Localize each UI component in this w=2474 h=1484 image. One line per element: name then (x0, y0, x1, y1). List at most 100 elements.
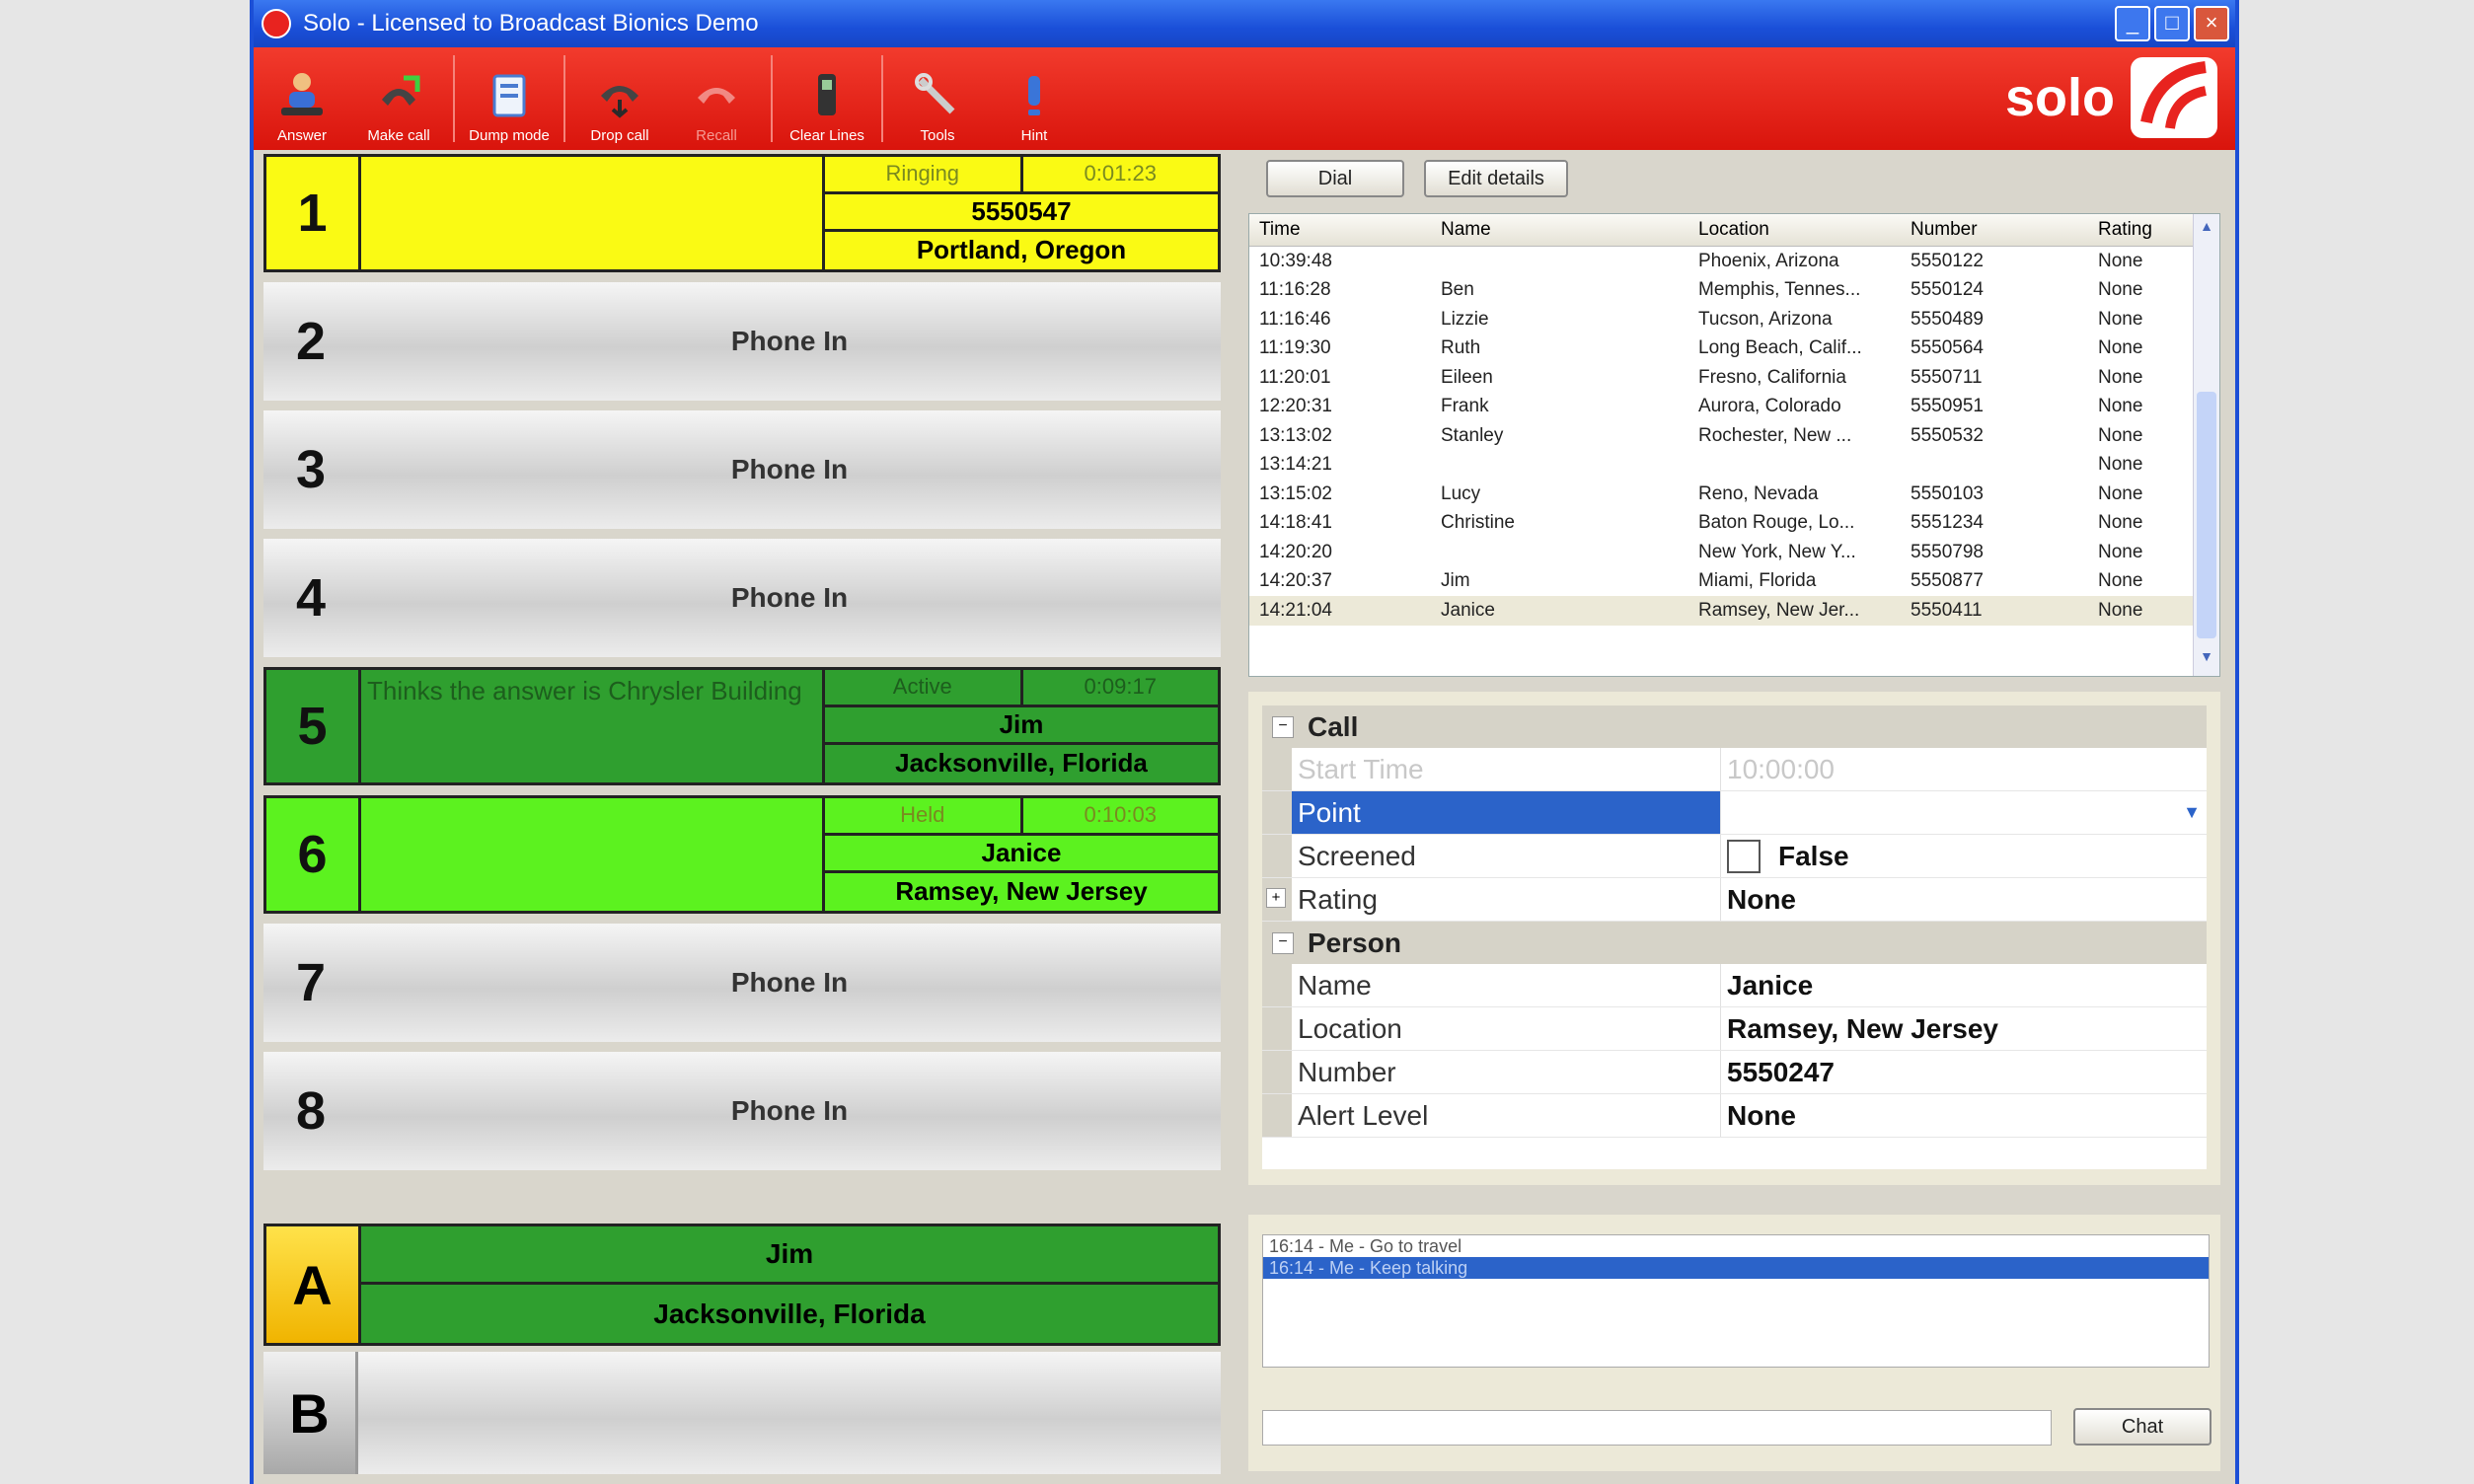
hybrid-key: A (266, 1226, 361, 1343)
table-row[interactable]: 14:18:41 Christine Baton Rouge, Lo... 55512… (1249, 509, 2219, 539)
table-row[interactable]: 11:19:30 Ruth Long Beach, Calif... 5550564 N… (1249, 334, 2219, 364)
hint-button[interactable]: Hint (986, 47, 1083, 150)
line-timer: 0:10:03 (1084, 802, 1157, 828)
hybrid-a[interactable]: A Jim Jacksonville, Florida (263, 1224, 1221, 1346)
line-note[interactable] (361, 157, 825, 269)
scroll-down-icon[interactable]: ▼ (2194, 648, 2219, 672)
prop-screened[interactable]: Screened False (1262, 835, 2207, 878)
chat-log[interactable]: 16:14 - Me - Go to travel 16:14 - Me - K… (1262, 1234, 2210, 1368)
clear-lines-icon (800, 68, 854, 121)
maximize-button[interactable]: □ (2154, 6, 2190, 41)
line-number: 5 (266, 670, 361, 782)
call-log-table: Time Name Location Number Rating 10:39:4… (1248, 213, 2220, 677)
line-note[interactable] (361, 798, 825, 911)
tools-icon (911, 68, 964, 121)
line-note[interactable]: Thinks the answer is Chrysler Building (361, 670, 825, 782)
line-8[interactable]: 8 Phone In (263, 1052, 1221, 1170)
answer-icon (275, 68, 329, 121)
table-row[interactable]: 11:20:01 Eileen Fresno, California 5550711 N… (1249, 363, 2219, 393)
column-number[interactable]: Number (1901, 219, 2088, 241)
hybrid-b[interactable]: B (263, 1352, 1221, 1474)
category-person[interactable]: − Person (1262, 922, 2207, 964)
line-status: Ringing (825, 157, 1023, 191)
dial-button[interactable]: Dial (1266, 160, 1404, 197)
chat-input[interactable] (1262, 1410, 2052, 1446)
caller-number: 5550547 (825, 194, 1218, 232)
column-location[interactable]: Location (1688, 219, 1901, 241)
line-5[interactable]: 5 Thinks the answer is Chrysler Building… (263, 667, 1221, 785)
chat-send-button[interactable]: Chat (2073, 1408, 2212, 1446)
collapse-icon[interactable]: − (1272, 931, 1294, 954)
line-info: Active 0:09:17 Jim Jacksonville, Florida (825, 670, 1218, 782)
right-panel: Dial Edit details Time Name Location Num… (1238, 154, 2230, 1476)
line-7[interactable]: 7 Phone In (263, 924, 1221, 1042)
prop-name[interactable]: Name Janice (1262, 964, 2207, 1007)
call-log-header: Time Name Location Number Rating (1249, 214, 2219, 247)
clear-lines-button[interactable]: Clear Lines (779, 47, 875, 150)
line-number: 8 (295, 1081, 327, 1141)
prop-number[interactable]: Number 5550247 (1262, 1051, 2207, 1094)
prop-point[interactable]: Point ▼ (1262, 791, 2207, 835)
line-2[interactable]: 2 Phone In (263, 282, 1221, 401)
make-call-icon (372, 68, 425, 121)
line-4[interactable]: 4 Phone In (263, 539, 1221, 657)
chat-panel: 16:14 - Me - Go to travel 16:14 - Me - K… (1248, 1215, 2220, 1471)
column-name[interactable]: Name (1427, 219, 1688, 241)
screened-checkbox[interactable] (1727, 839, 1761, 873)
table-row[interactable]: 14:20:37 Jim Miami, Florida 5550877 None (1249, 567, 2219, 597)
line-number: 6 (266, 798, 361, 911)
expand-icon[interactable]: + (1266, 888, 1286, 908)
table-row[interactable]: 14:20:20 New York, New Y... 5550798 None (1249, 538, 2219, 567)
table-row[interactable]: 13:14:21 None (1249, 451, 2219, 481)
collapse-icon[interactable]: − (1272, 715, 1294, 738)
title-bar[interactable]: Solo - Licensed to Broadcast Bionics Dem… (254, 0, 2235, 47)
column-rating[interactable]: Rating (2088, 219, 2177, 241)
line-6[interactable]: 6 Held 0:10:03 Janice Ramsey, New Jersey (263, 795, 1221, 914)
prop-start-time[interactable]: Start Time 10:00:00 (1262, 748, 2207, 791)
solo-logo-icon (2131, 57, 2217, 138)
hybrid-caller-name: Jim (361, 1226, 1218, 1285)
drop-call-icon (593, 68, 646, 121)
dump-mode-button[interactable]: Dump mode (461, 47, 558, 150)
caller-location: Portland, Oregon (916, 235, 1127, 265)
scroll-thumb[interactable] (2197, 392, 2216, 638)
table-row[interactable]: 12:20:31 Frank Aurora, Colorado 5550951 None (1249, 393, 2219, 422)
line-info: Held 0:10:03 Janice Ramsey, New Jersey (825, 798, 1218, 911)
chat-message[interactable]: 16:14 - Me - Go to travel (1263, 1235, 2209, 1257)
table-row[interactable]: 11:16:28 Ben Memphis, Tennes... 5550124 None (1249, 276, 2219, 306)
table-row[interactable]: 13:15:02 Lucy Reno, Nevada 5550103 None (1249, 480, 2219, 509)
tools-button[interactable]: Tools (889, 47, 986, 150)
line-status: Held (825, 798, 1023, 833)
line-number: 2 (295, 312, 327, 371)
recall-button[interactable]: Recall (668, 47, 765, 150)
close-button[interactable]: × (2194, 6, 2229, 41)
scroll-up-icon[interactable]: ▲ (2194, 218, 2219, 242)
dump-mode-icon (483, 68, 536, 121)
hint-icon (1008, 68, 1061, 121)
table-row[interactable]: 10:39:48 Phoenix, Arizona 5550122 None (1249, 247, 2219, 276)
answer-button[interactable]: Answer (254, 47, 350, 150)
line-1[interactable]: 1 Ringing 0:01:23 5550547 Portland, Oreg… (263, 154, 1221, 272)
phone-lines-panel: 1 Ringing 0:01:23 5550547 Portland, Oreg… (263, 154, 1221, 1476)
call-log-scrollbar[interactable]: ▲ ▼ (2193, 214, 2219, 676)
line-number: 1 (266, 157, 361, 269)
chevron-down-icon[interactable]: ▼ (2183, 802, 2201, 823)
line-3[interactable]: 3 Phone In (263, 410, 1221, 529)
column-time[interactable]: Time (1249, 219, 1427, 241)
window-title: Solo - Licensed to Broadcast Bionics Dem… (303, 10, 759, 37)
prop-rating[interactable]: + Rating None (1262, 878, 2207, 922)
minimize-button[interactable]: _ (2115, 6, 2150, 41)
drop-call-button[interactable]: Drop call (571, 47, 668, 150)
prop-location[interactable]: Location Ramsey, New Jersey (1262, 1007, 2207, 1051)
solo-logo: solo (2005, 53, 2221, 142)
table-row-selected[interactable]: 14:21:04 Janice Ramsey, New Jer... 5550411 N… (1249, 596, 2219, 626)
table-row[interactable]: 11:16:46 Lizzie Tucson, Arizona 5550489 None (1249, 305, 2219, 334)
category-call[interactable]: − Call (1262, 705, 2207, 748)
table-row[interactable]: 13:13:02 Stanley Rochester, New ... 5550532… (1249, 421, 2219, 451)
chat-message-selected[interactable]: 16:14 - Me - Keep talking (1263, 1257, 2209, 1279)
line-label: Phone In (730, 454, 849, 484)
line-number: 7 (295, 953, 327, 1012)
make-call-button[interactable]: Make call (350, 47, 447, 150)
prop-alert-level[interactable]: Alert Level None (1262, 1094, 2207, 1138)
edit-details-button[interactable]: Edit details (1424, 160, 1568, 197)
